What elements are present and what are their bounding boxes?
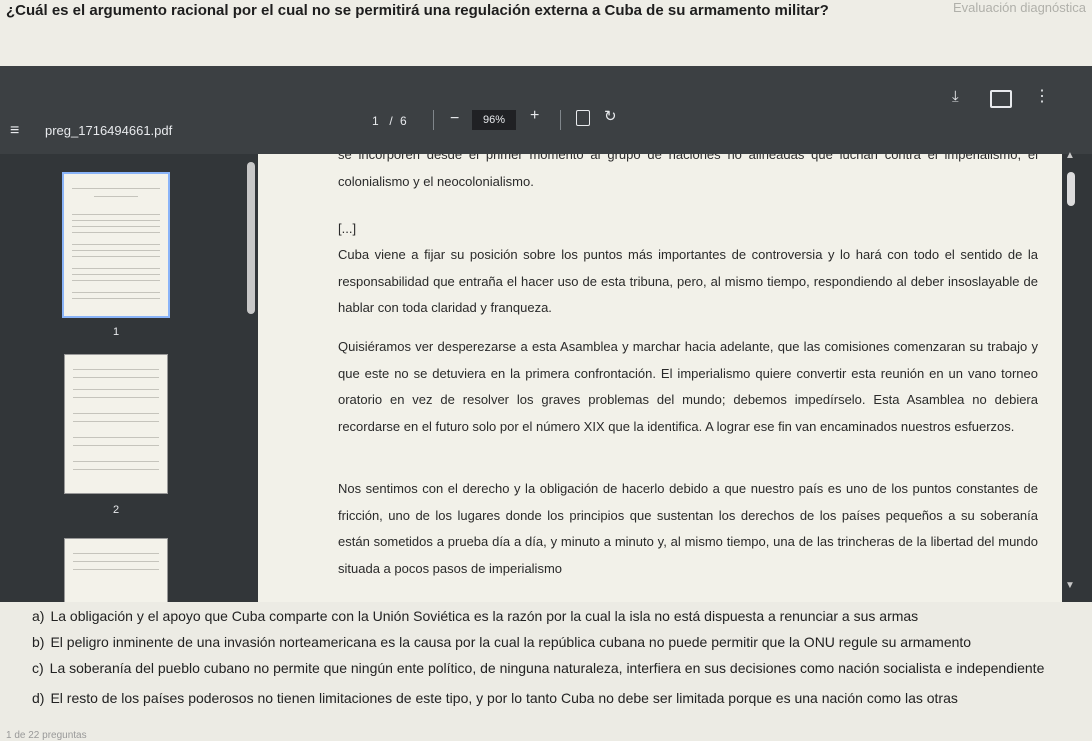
scrollbar-thumb[interactable] <box>1067 172 1075 206</box>
answer-option-a[interactable]: a) La obligación y el apoyo que Cuba comp… <box>32 608 918 624</box>
answer-options: a) La obligación y el apoyo que Cuba comp… <box>0 602 1092 741</box>
pdf-viewer: ≡ preg_1716494661.pdf 1 / 6 − 96% + ↻ ⤓ … <box>0 66 1092 604</box>
option-letter: b) <box>32 634 45 650</box>
pdf-toolbar: ≡ preg_1716494661.pdf 1 / 6 − 96% + ↻ ⤓ … <box>0 66 1092 154</box>
zoom-out-button[interactable]: − <box>450 110 459 128</box>
zoom-in-button[interactable]: + <box>530 107 539 125</box>
option-text: La soberanía del pueblo cubano no permit… <box>49 660 1045 676</box>
page-indicator: 1 / 6 <box>372 114 407 128</box>
assessment-title: Evaluación diagnóstica <box>953 0 1086 15</box>
document-paragraph: Nos sentimos con el derecho y la obligac… <box>338 481 1038 576</box>
thumbnail-sidebar: 1 2 <box>0 154 248 604</box>
document-paragraph: se incorporen desde el primer momento al… <box>338 154 1038 189</box>
scroll-down-icon[interactable]: ▼ <box>1065 580 1075 591</box>
option-letter: a) <box>32 608 45 624</box>
question-counter: 1 de 22 preguntas <box>6 730 87 741</box>
page-scrollbar[interactable]: ▲ ▼ <box>1063 150 1092 602</box>
zoom-level-input[interactable]: 96% <box>472 110 516 130</box>
page-thumbnail-1[interactable] <box>62 172 170 318</box>
answer-option-c[interactable]: c) La soberanía del pueblo cubano no perm… <box>32 660 1044 676</box>
pdf-filename: preg_1716494661.pdf <box>45 123 173 138</box>
document-paragraph: [...] <box>338 221 357 236</box>
question-text: ¿Cuál es el argumento racional por el cu… <box>6 2 829 19</box>
scroll-up-icon[interactable]: ▲ <box>1065 150 1075 161</box>
menu-icon[interactable]: ≡ <box>10 122 19 140</box>
question-header: ¿Cuál es el argumento racional por el cu… <box>0 0 1092 68</box>
current-page-input[interactable]: 1 <box>372 114 382 128</box>
print-icon[interactable] <box>990 90 1012 108</box>
total-pages: 6 <box>400 114 407 128</box>
option-text: El resto de los países poderosos no tien… <box>50 690 958 706</box>
page-thumbnail-2[interactable] <box>64 354 168 494</box>
toolbar-divider <box>560 110 561 130</box>
document-paragraph: Quisiéramos ver desperezarse a esta Asam… <box>338 339 1038 434</box>
option-letter: c) <box>32 660 44 676</box>
page-separator: / <box>389 114 393 128</box>
option-text: El peligro inminente de una invasión nor… <box>50 634 972 650</box>
download-icon[interactable]: ⤓ <box>952 88 959 105</box>
thumbnail-label: 1 <box>113 326 120 338</box>
toolbar-divider <box>433 110 434 130</box>
option-text: La obligación y el apoyo que Cuba compar… <box>50 608 919 624</box>
fit-to-page-icon[interactable] <box>576 110 590 126</box>
more-options-icon[interactable]: ⋮ <box>1034 86 1050 106</box>
answer-option-d[interactable]: d) El resto de los países poderosos no ti… <box>32 690 958 706</box>
thumbnail-label: 2 <box>113 504 120 516</box>
answer-option-b[interactable]: b) El peligro inminente de una invasión n… <box>32 634 971 650</box>
rotate-icon[interactable]: ↻ <box>604 107 617 125</box>
sidebar-scrollbar[interactable] <box>247 162 255 314</box>
page-thumbnail-3[interactable] <box>64 538 168 604</box>
document-paragraph: Cuba viene a fijar su posición sobre los… <box>338 247 1038 315</box>
pdf-page: se incorporen desde el primer momento al… <box>258 154 1062 602</box>
option-letter: d) <box>32 690 45 706</box>
